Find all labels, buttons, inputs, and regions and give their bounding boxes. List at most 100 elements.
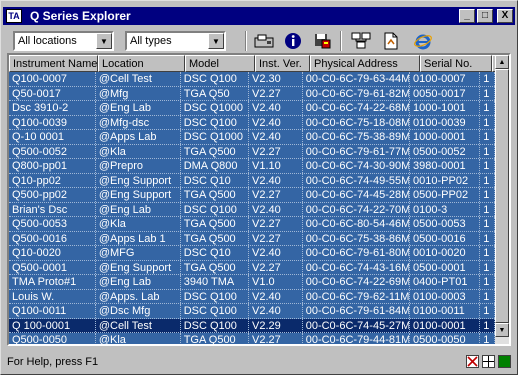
table-cell: @Apps Lab 1 bbox=[96, 231, 181, 245]
table-row[interactable]: Q800-pp01 @Prepro DMA Q800 V1.10 00-C0-6C-74… bbox=[9, 159, 495, 174]
table-cell: 1 bbox=[480, 275, 495, 289]
table-cell: 1 bbox=[480, 173, 495, 187]
scroll-up-button[interactable]: ▲ bbox=[495, 55, 509, 69]
table-row[interactable]: Q100-0007 @Cell Test DSC Q100 V2.30 00-C0-6C… bbox=[9, 72, 495, 87]
col-serial-no-header[interactable]: Serial No. bbox=[420, 55, 492, 72]
table-cell: Q 100-0001 bbox=[9, 318, 96, 332]
close-button[interactable]: X bbox=[497, 9, 513, 23]
table-cell: V2.29 bbox=[249, 318, 303, 332]
table-cell: @Mfg bbox=[96, 86, 181, 100]
table-row[interactable]: Q50-0017 @Mfg TGA Q50 V2.27 00-C0-6C-79-61-8… bbox=[9, 86, 495, 101]
table-cell: 00-C0-6C-75-38-89M bbox=[303, 130, 411, 144]
scroll-thumb[interactable] bbox=[495, 69, 509, 323]
status-text: For Help, press F1 bbox=[7, 356, 99, 368]
table-row[interactable]: Q 100-0001 @Cell Test DSC Q100 V2.29 00-C0-6… bbox=[9, 318, 495, 333]
table-row[interactable]: Dsc 3910-2 @Eng Lab DSC Q1000 V2.40 00-C0-6C… bbox=[9, 101, 495, 116]
table-cell: V2.40 bbox=[249, 304, 303, 318]
grid-icon[interactable] bbox=[482, 355, 495, 368]
table-cell: 1 bbox=[480, 246, 495, 260]
table-cell: Q800-pp01 bbox=[9, 159, 96, 173]
col-physical-address-header[interactable]: Physical Address bbox=[310, 55, 420, 72]
table-row[interactable]: Q100-0011 @Dsc Mfg DSC Q100 V2.40 00-C0-6C-7… bbox=[9, 304, 495, 319]
table-cell: DSC Q100 bbox=[181, 115, 250, 129]
table-row[interactable]: Q500-0053 @Kla TGA Q500 V2.27 00-C0-6C-80-54… bbox=[9, 217, 495, 232]
table-cell: @Eng Support bbox=[96, 173, 181, 187]
app-icon[interactable]: TA bbox=[6, 9, 22, 23]
table-cell: V2.40 bbox=[249, 115, 303, 129]
table-cell: 1 bbox=[480, 86, 495, 100]
table-cell: 1000-0001 bbox=[410, 130, 481, 144]
table-cell: 0100-0011 bbox=[410, 304, 481, 318]
table-cell: DMA Q800 bbox=[181, 159, 250, 173]
col-instrument-name-header[interactable]: Instrument Name bbox=[9, 55, 98, 72]
table-cell: 00-C0-6C-79-61-82M bbox=[303, 86, 411, 100]
table-cell: 0500-0016 bbox=[410, 231, 481, 245]
table-row[interactable]: Q500-0052 @Kla TGA Q500 V2.27 00-C0-6C-79-61… bbox=[9, 144, 495, 159]
table-row[interactable]: Q10-pp02 @Eng Support DSC Q10 V2.40 00-C0-6C… bbox=[9, 173, 495, 188]
connected-icon[interactable] bbox=[498, 355, 511, 368]
chevron-down-icon[interactable]: ▼ bbox=[96, 33, 112, 49]
table-cell: 1 bbox=[480, 115, 495, 129]
table-cell: @Kla bbox=[96, 333, 181, 344]
table-row[interactable]: TMA Proto#1 @Eng Lab 3940 TMA V1.0 00-C0-6C-… bbox=[9, 275, 495, 290]
table-cell: 0500-0001 bbox=[410, 260, 481, 274]
internet-explorer-icon[interactable] bbox=[411, 30, 435, 52]
table-cell: TGA Q500 bbox=[181, 260, 250, 274]
table-cell: 0010-PP02 bbox=[410, 173, 481, 187]
table-row[interactable]: Q-10 0001 @Apps Lab DSC Q1000 V2.40 00-C0-6C… bbox=[9, 130, 495, 145]
table-cell: 1 bbox=[480, 304, 495, 318]
vertical-scrollbar[interactable]: ▲ ▼ bbox=[495, 55, 509, 344]
table-cell: 00-C0-6C-80-54-46M bbox=[303, 217, 411, 231]
table-row[interactable]: Q100-0039 @Mfg-dsc DSC Q100 V2.40 00-C0-6C-7… bbox=[9, 115, 495, 130]
instrument-list[interactable]: Instrument Name Location Model Inst. Ver. Ph… bbox=[7, 53, 511, 346]
table-cell: 00-C0-6C-74-45-27M bbox=[303, 318, 411, 332]
table-cell: DSC Q10 bbox=[181, 246, 250, 260]
table-cell: Q500-pp02 bbox=[9, 188, 96, 202]
table-row[interactable]: Q500-0050 @Kla TGA Q500 V2.27 00-C0-6C-79-44… bbox=[9, 333, 495, 344]
maximize-button[interactable]: □ bbox=[477, 9, 493, 23]
chevron-down-icon[interactable]: ▼ bbox=[208, 33, 224, 49]
col-location-header[interactable]: Location bbox=[98, 55, 185, 72]
table-cell: @Eng Lab bbox=[96, 101, 181, 115]
col-inst-ver-header[interactable]: Inst. Ver. bbox=[255, 55, 310, 72]
table-cell: 00-C0-6C-79-63-44M bbox=[303, 72, 411, 86]
title-bar[interactable]: TA Q Series Explorer _ □ X bbox=[3, 7, 515, 25]
table-cell: V2.27 bbox=[249, 144, 303, 158]
table-cell: 1 bbox=[480, 72, 495, 86]
table-cell: DSC Q10 bbox=[181, 173, 250, 187]
table-cell: DSC Q100 bbox=[181, 72, 250, 86]
scroll-down-button[interactable]: ▼ bbox=[495, 323, 509, 337]
table-cell: V2.40 bbox=[249, 202, 303, 216]
network-icon[interactable] bbox=[349, 30, 373, 52]
table-row[interactable]: Q500-pp02 @Eng Support TGA Q500 V2.27 00-C0-… bbox=[9, 188, 495, 203]
table-cell: V2.40 bbox=[249, 246, 303, 260]
table-row[interactable]: Q500-0001 @Eng Support TGA Q500 V2.27 00-C0-… bbox=[9, 260, 495, 275]
table-cell: Q10-0020 bbox=[9, 246, 96, 260]
table-cell: V2.40 bbox=[249, 289, 303, 303]
type-filter-select[interactable]: All types ▼ bbox=[125, 31, 226, 51]
save-icon[interactable] bbox=[310, 30, 334, 52]
table-cell: 1 bbox=[480, 188, 495, 202]
table-cell: 0500-0050 bbox=[410, 333, 481, 344]
table-row[interactable]: Louis W. @Apps. Lab DSC Q100 V2.40 00-C0-6C-… bbox=[9, 289, 495, 304]
table-cell: TGA Q500 bbox=[181, 217, 250, 231]
table-cell: Q500-0053 bbox=[9, 217, 96, 231]
toolbar: All locations ▼ All types ▼ bbox=[3, 27, 515, 53]
table-cell: V2.27 bbox=[249, 260, 303, 274]
instrument-icon[interactable] bbox=[252, 30, 276, 52]
table-row[interactable]: Q10-0020 @MFG DSC Q10 V2.40 00-C0-6C-79-61-8… bbox=[9, 246, 495, 261]
table-cell: 00-C0-6C-79-61-77M bbox=[303, 144, 411, 158]
document-icon[interactable] bbox=[379, 30, 403, 52]
minimize-button[interactable]: _ bbox=[459, 9, 475, 23]
info-icon[interactable] bbox=[281, 30, 305, 52]
table-row[interactable]: Q500-0016 @Apps Lab 1 TGA Q500 V2.27 00-C0-6… bbox=[9, 231, 495, 246]
table-row[interactable]: Brian's Dsc @Eng Lab DSC Q100 V2.40 00-C0-6C… bbox=[9, 202, 495, 217]
col-model-header[interactable]: Model bbox=[185, 55, 255, 72]
location-filter-select[interactable]: All locations ▼ bbox=[13, 31, 114, 51]
table-cell: TGA Q500 bbox=[181, 333, 250, 344]
status-bar: For Help, press F1 bbox=[3, 351, 515, 373]
disconnect-icon[interactable] bbox=[466, 355, 479, 368]
table-cell: 1 bbox=[480, 333, 495, 344]
table-cell: 0100-3 bbox=[410, 202, 481, 216]
table-cell: 0500-PP02 bbox=[410, 188, 481, 202]
